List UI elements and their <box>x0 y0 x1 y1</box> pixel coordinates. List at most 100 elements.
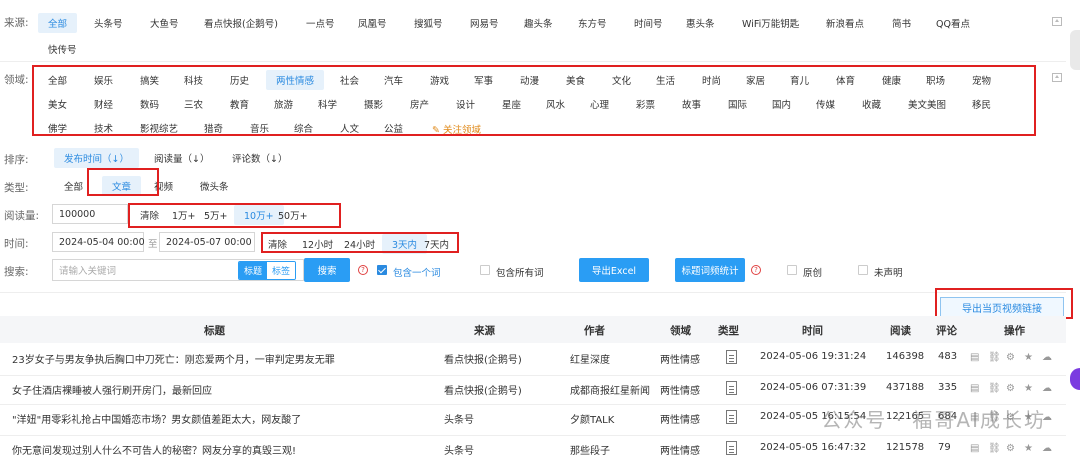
author-cell: 红星深度 <box>570 355 610 366</box>
reads-cell: 121578 <box>886 442 925 453</box>
source-item-11[interactable]: 惠头条 <box>686 16 715 30</box>
comments-cell: 335 <box>938 382 958 393</box>
domain-label: 领域: <box>4 74 29 86</box>
domain-cell: 两性情感 <box>660 446 700 457</box>
star-icon[interactable]: ★ <box>1024 443 1033 454</box>
source-label: 来源: <box>4 17 29 29</box>
sort-label: 排序: <box>4 154 29 166</box>
table-row[interactable]: 23岁女子与男友争执后胸口中刀死亡：刚恋爱两个月，一审判定男友无罪 看点快报(企鹅… <box>0 345 1066 376</box>
article-type-icon <box>726 441 737 455</box>
export-excel-button[interactable]: 导出Excel <box>579 258 649 282</box>
time-cell: 2024-05-06 19:31:24 <box>760 351 867 362</box>
search-mode-toggle[interactable]: 标题 标签 <box>238 261 297 280</box>
sort-option-0[interactable]: 发布时间（↓） <box>54 148 139 168</box>
undeclared-checkbox[interactable] <box>858 265 868 275</box>
table-row[interactable]: 你无意间发现过别人什么不可告人的秘密？网友分享的真毁三观! 头条号 那些段子 两性情感… <box>0 436 1066 463</box>
detail-icon[interactable]: ▤ <box>970 443 979 454</box>
time-cell: 2024-05-06 07:31:39 <box>760 382 867 393</box>
help-icon[interactable]: ? <box>751 265 761 275</box>
title-link[interactable]: 23岁女子与男友争执后胸口中刀死亡：刚恋爱两个月，一审判定男友无罪 <box>12 351 335 366</box>
column-header-3: 领域 <box>670 325 691 337</box>
star-icon[interactable]: ★ <box>1024 352 1033 363</box>
source-cell: 头条号 <box>444 415 474 426</box>
domain-cell: 两性情感 <box>660 386 700 397</box>
help-icon[interactable]: ? <box>358 265 368 275</box>
type-option-3[interactable]: 微头条 <box>200 179 229 193</box>
article-type-icon <box>726 410 737 424</box>
include-all-label: 包含所有词 <box>496 268 544 279</box>
settings-icon[interactable]: ⚙ <box>1006 352 1015 363</box>
sort-option-2[interactable]: 评论数（↓） <box>232 151 287 165</box>
time-from-input[interactable]: 2024-05-04 00:00 <box>52 232 145 252</box>
source-item-0[interactable]: 全部 <box>38 13 78 33</box>
column-header-0: 标题 <box>204 325 225 337</box>
source-item-12[interactable]: WiFi万能钥匙 <box>742 16 799 30</box>
source-collapse-icon[interactable] <box>1052 17 1062 26</box>
floating-assistant-button[interactable] <box>1070 368 1080 390</box>
include-one-checkbox[interactable] <box>377 265 387 275</box>
source-item-7[interactable]: 网易号 <box>470 16 499 30</box>
source-item-4[interactable]: 一点号 <box>306 16 335 30</box>
divider <box>0 61 1066 62</box>
search-mode-title[interactable]: 标题 <box>239 262 268 279</box>
settings-icon[interactable]: ⚙ <box>1006 383 1015 394</box>
source-item-5[interactable]: 凤凰号 <box>358 16 387 30</box>
reads-cell: 146398 <box>886 351 925 362</box>
source-item-2[interactable]: 大鱼号 <box>150 16 179 30</box>
time-cell: 2024-05-05 16:47:32 <box>760 442 867 453</box>
source-item-1[interactable]: 头条号 <box>94 16 123 30</box>
domain-highlight-box <box>32 65 1036 136</box>
column-header-5: 时间 <box>802 325 823 337</box>
divider <box>0 292 1066 293</box>
detail-icon[interactable]: ▤ <box>970 352 979 363</box>
source-item-row2-0[interactable]: 快传号 <box>48 42 77 56</box>
link-icon[interactable]: ⛓ <box>988 383 1001 394</box>
time-to-input[interactable]: 2024-05-07 00:00 <box>159 232 255 252</box>
domain-cell: 两性情感 <box>660 415 700 426</box>
reads-label: 阅读量: <box>4 210 40 222</box>
source-item-9[interactable]: 东方号 <box>578 16 607 30</box>
comments-cell: 79 <box>938 442 951 453</box>
author-cell: 夕颜TALK <box>570 415 615 426</box>
type-option-0[interactable]: 全部 <box>64 179 83 193</box>
source-item-6[interactable]: 搜狐号 <box>414 16 443 30</box>
source-cell: 看点快报(企鹅号) <box>444 355 522 366</box>
reads-input[interactable]: 100000 <box>52 204 128 224</box>
link-icon[interactable]: ⛓ <box>988 352 1001 363</box>
watermark: 公众号 · 福哥AI成长坊 <box>821 408 1046 432</box>
article-type-icon <box>726 350 737 364</box>
cloud-download-icon[interactable]: ☁ <box>1042 383 1052 394</box>
source-item-14[interactable]: 简书 <box>892 16 911 30</box>
source-item-15[interactable]: QQ看点 <box>936 16 970 30</box>
time-highlight-box <box>261 232 459 253</box>
side-panel-handle[interactable] <box>1070 30 1080 70</box>
source-item-13[interactable]: 新浪看点 <box>826 16 864 30</box>
source-cell: 看点快报(企鹅号) <box>444 386 522 397</box>
cloud-download-icon[interactable]: ☁ <box>1042 352 1052 363</box>
source-cell: 头条号 <box>444 446 474 457</box>
sort-option-1[interactable]: 阅读量（↓） <box>154 151 209 165</box>
source-item-8[interactable]: 趣头条 <box>524 16 553 30</box>
column-header-2: 作者 <box>584 325 605 337</box>
search-mode-tag[interactable]: 标签 <box>267 262 296 279</box>
source-item-10[interactable]: 时间号 <box>634 16 663 30</box>
settings-icon[interactable]: ⚙ <box>1006 443 1015 454</box>
title-link[interactable]: 女子住酒店裸睡被人强行刷开房门，最新回应 <box>12 382 212 397</box>
original-checkbox[interactable] <box>787 265 797 275</box>
comments-cell: 483 <box>938 351 958 362</box>
search-button[interactable]: 搜索 <box>304 258 350 282</box>
include-all-checkbox[interactable] <box>480 265 490 275</box>
cloud-download-icon[interactable]: ☁ <box>1042 443 1052 454</box>
link-icon[interactable]: ⛓ <box>988 443 1001 454</box>
time-label: 时间: <box>4 238 29 250</box>
title-stats-button[interactable]: 标题词频统计 <box>675 258 745 282</box>
domain-collapse-icon[interactable] <box>1052 73 1062 82</box>
star-icon[interactable]: ★ <box>1024 383 1033 394</box>
search-label: 搜索: <box>4 266 29 278</box>
table-row[interactable]: 女子住酒店裸睡被人强行刷开房门，最新回应 看点快报(企鹅号) 成都商报红星新闻 两性情… <box>0 376 1066 405</box>
column-header-1: 来源 <box>474 325 495 337</box>
title-link[interactable]: "洋妞"用零彩礼抢占中国婚恋市场？男女颜值差距太大，网友酸了 <box>12 411 301 426</box>
detail-icon[interactable]: ▤ <box>970 383 979 394</box>
source-item-3[interactable]: 看点快报(企鹅号) <box>204 16 278 30</box>
title-link[interactable]: 你无意间发现过别人什么不可告人的秘密？网友分享的真毁三观! <box>12 442 296 457</box>
